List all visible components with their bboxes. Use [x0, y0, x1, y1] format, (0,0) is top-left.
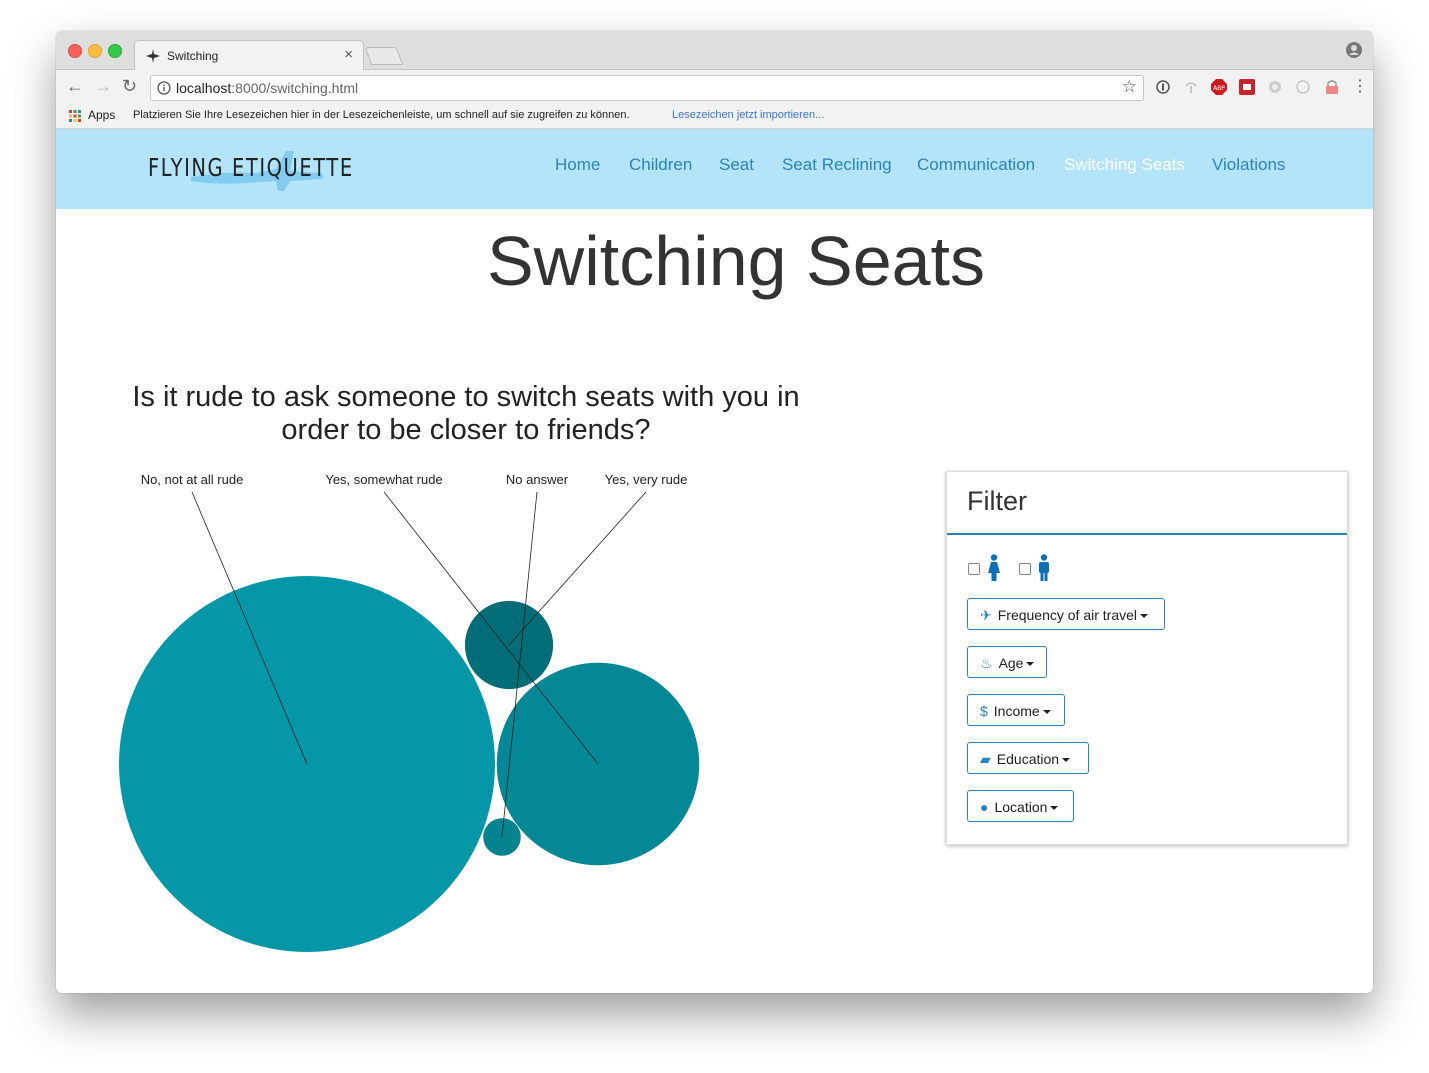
plane-icon [146, 49, 160, 63]
frequency-label: Frequency of air travel [997, 607, 1138, 623]
bookmarks-hint: Platzieren Sie Ihre Lesezeichen hier in … [133, 109, 630, 121]
map-marker-icon: ● [980, 799, 989, 815]
browser-toolbar: ← → ↻ localhost:8000/switching.html ☆ AB… [56, 70, 1373, 104]
label-no-not-at-all-rude: No, not at all rude [141, 472, 244, 487]
tab-bar: Switching × [56, 31, 1373, 71]
nav-seat-reclining[interactable]: Seat Reclining [782, 155, 892, 175]
location-label: Location [994, 799, 1048, 815]
close-window-button[interactable] [68, 44, 82, 58]
income-dropdown[interactable]: $ Income [967, 694, 1065, 726]
chart-question: Is it rude to ask someone to switch seat… [132, 381, 800, 446]
male-checkbox[interactable] [1019, 563, 1031, 575]
location-dropdown[interactable]: ● Location [967, 790, 1074, 822]
close-tab-icon[interactable]: × [344, 46, 353, 63]
lock-extension-icon[interactable] [1324, 79, 1340, 95]
bookmark-star-icon[interactable]: ☆ [1122, 77, 1137, 97]
back-arrow-icon[interactable]: ← [66, 76, 84, 97]
address-bar[interactable]: localhost:8000/switching.html ☆ [150, 75, 1144, 101]
nav-switching-seats[interactable]: Switching Seats [1064, 155, 1185, 175]
url-host: localhost [176, 80, 232, 96]
browser-tab[interactable]: Switching × [134, 40, 364, 71]
url-text: localhost:8000/switching.html [176, 80, 358, 96]
nav-violations[interactable]: Violations [1212, 155, 1285, 175]
caret-down-icon [1062, 758, 1071, 763]
new-tab-button[interactable] [364, 47, 404, 65]
age-dropdown[interactable]: ♨ Age [967, 646, 1047, 678]
onepassword-extension-icon[interactable] [1156, 80, 1170, 94]
label-yes-somewhat-rude: Yes, somewhat rude [325, 472, 442, 487]
bubble-chart: No, not at all rude Yes, somewhat rude No … [119, 472, 700, 952]
menu-dots-icon[interactable]: ⋮ [1352, 76, 1368, 96]
age-label: Age [998, 655, 1024, 671]
plane-icon: ✈ [980, 607, 992, 623]
filter-title: Filter [967, 486, 1027, 516]
tab-title: Switching [167, 49, 219, 63]
nav-children[interactable]: Children [629, 155, 692, 175]
frequency-of-air-travel-dropdown[interactable]: ✈ Frequency of air travel [967, 598, 1165, 630]
caret-down-icon [1042, 710, 1051, 715]
page-title: Switching Seats [486, 222, 986, 300]
minimize-window-button[interactable] [88, 44, 102, 58]
graduation-cap-icon: ▰ [980, 751, 991, 767]
grey-circle-extension-icon[interactable] [1268, 80, 1282, 94]
caret-down-icon [1050, 806, 1059, 811]
cake-icon: ♨ [980, 655, 993, 671]
site-navbar: FLYING ETIQUETTE Home Children Seat Seat… [56, 129, 1373, 209]
filter-panel: Filter ✈ Frequency of air travel ♨ Age $ In… [946, 471, 1348, 845]
apps-grid-icon[interactable] [69, 110, 81, 122]
bookmarks-bar: Apps Platzieren Sie Ihre Lesezeichen hie… [56, 104, 1373, 129]
label-yes-very-rude: Yes, very rude [605, 472, 688, 487]
maximize-window-button[interactable] [108, 44, 122, 58]
male-icon [1039, 554, 1049, 581]
income-label: Income [993, 703, 1040, 719]
nav-seat[interactable]: Seat [719, 155, 754, 175]
label-no-answer: No answer [506, 472, 569, 487]
adblock-extension-icon[interactable]: ABP [1211, 79, 1227, 95]
filter-divider [947, 533, 1347, 535]
caret-down-icon [1140, 614, 1149, 619]
reload-icon[interactable]: ↻ [122, 76, 137, 97]
female-icon [988, 554, 1000, 581]
nav-home[interactable]: Home [555, 155, 600, 175]
apps-link[interactable]: Apps [88, 108, 115, 122]
url-path: :8000/switching.html [231, 80, 359, 96]
nav-communication[interactable]: Communication [917, 155, 1035, 175]
red-extension-icon[interactable] [1239, 79, 1255, 95]
caret-down-icon [1026, 662, 1035, 667]
female-checkbox[interactable] [968, 563, 980, 575]
browser-window: Switching × ← → ↻ localhost:8000/switchi… [56, 31, 1373, 993]
svg-text:ABP: ABP [1213, 85, 1225, 92]
forward-arrow-icon[interactable]: → [94, 76, 112, 97]
palm-tree-extension-icon[interactable] [1184, 80, 1198, 94]
info-icon[interactable] [157, 81, 171, 95]
education-dropdown[interactable]: ▰ Education [967, 742, 1089, 774]
dollar-icon: $ [980, 703, 988, 719]
education-label: Education [996, 751, 1060, 767]
profile-icon[interactable] [1346, 42, 1362, 58]
site-logo[interactable]: FLYING ETIQUETTE [148, 153, 354, 182]
import-bookmarks-link[interactable]: Lesezeichen jetzt importieren... [672, 109, 824, 121]
light-circle-extension-icon[interactable] [1296, 80, 1310, 94]
